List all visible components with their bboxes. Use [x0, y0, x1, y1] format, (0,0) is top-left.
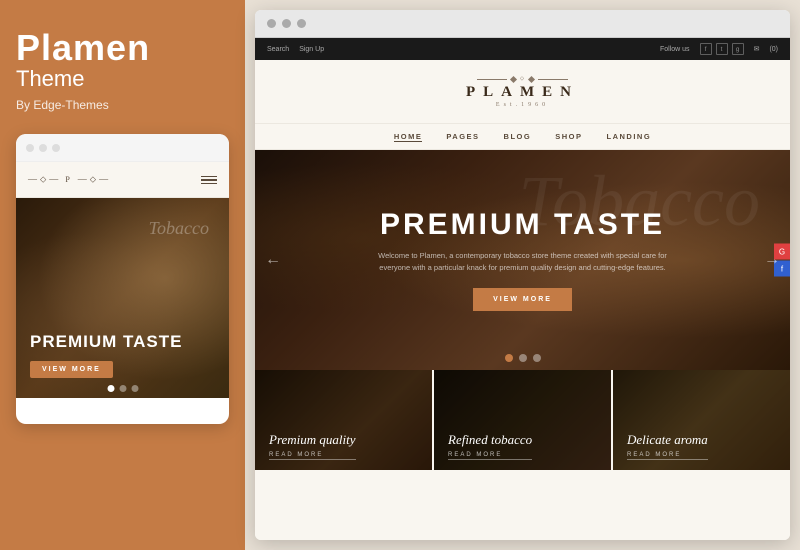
topbar-left: Search Sign Up — [267, 46, 324, 53]
follow-label: Follow us — [660, 46, 690, 53]
logo-ornament-top: ⬦ — [477, 76, 568, 83]
card1-text: Premium quality READ MORE — [269, 432, 356, 460]
ornament-line-right — [538, 79, 568, 80]
site-nav-menu: HOME PAGES BLOG SHOP LANDING — [255, 124, 790, 150]
site-logo: ⬦ PLAMEN Est.1960 — [466, 76, 579, 108]
hero-dot-3 — [533, 354, 541, 362]
cart-label: (0) — [769, 46, 778, 53]
mock-logo: —⬦— P —⬦— — [28, 174, 111, 185]
card1-title: Premium quality — [269, 432, 356, 448]
browser-window: Search Sign Up Follow us f t g ✉ (0) — [255, 10, 790, 540]
hero-description: Welcome to Plamen, a contemporary tobacc… — [363, 250, 683, 274]
social-icon-2: t — [716, 43, 728, 55]
nav-item-pages[interactable]: PAGES — [446, 132, 479, 141]
browser-content: Search Sign Up Follow us f t g ✉ (0) — [255, 38, 790, 540]
ornament-diamond-right — [528, 75, 535, 82]
site-topbar: Search Sign Up Follow us f t g ✉ (0) — [255, 38, 790, 60]
left-panel: Plamen Theme By Edge-Themes —⬦— P —⬦— To… — [0, 0, 245, 550]
signup-label: Sign Up — [299, 46, 324, 53]
card-refined-tobacco: Refined tobacco READ MORE — [434, 370, 613, 470]
search-label: Search — [267, 46, 289, 53]
mock-view-more-button[interactable]: VIEW MORE — [30, 361, 113, 378]
hero-dot-2 — [519, 354, 527, 362]
card3-title: Delicate aroma — [627, 432, 708, 448]
site-logo-text: PLAMEN — [466, 84, 579, 101]
hero-dot-1 — [505, 354, 513, 362]
browser-dot-2 — [282, 19, 291, 28]
mock-header: —⬦— P —⬦— — [16, 162, 229, 198]
mock-dot-1 — [26, 144, 34, 152]
hero-dots — [505, 354, 541, 362]
browser-dot-3 — [297, 19, 306, 28]
social-icons: f t g — [700, 43, 744, 55]
card1-read-more[interactable]: READ MORE — [269, 452, 356, 460]
site-navbar: ⬦ PLAMEN Est.1960 — [255, 60, 790, 124]
hero-view-more-button[interactable]: VIEW MORE — [473, 288, 572, 311]
nav-item-blog[interactable]: BLOG — [504, 132, 532, 141]
mock-italic-overlay: Tobacco — [149, 218, 209, 239]
brand-subtitle: Theme — [16, 66, 84, 92]
card2-title: Refined tobacco — [448, 432, 532, 448]
brand-title: Plamen — [16, 30, 150, 66]
site-logo-est: Est.1960 — [496, 102, 549, 108]
ornament-text: ⬦ — [520, 76, 525, 83]
cart-icon: ✉ — [754, 45, 760, 53]
browser-dot-1 — [267, 19, 276, 28]
card3-text: Delicate aroma READ MORE — [627, 432, 708, 460]
card3-read-more[interactable]: READ MORE — [627, 452, 708, 460]
browser-chrome — [255, 10, 790, 38]
social-icon-1: f — [700, 43, 712, 55]
hero-prev-button[interactable]: ← — [265, 251, 281, 269]
card-delicate-aroma: Delicate aroma READ MORE — [613, 370, 790, 470]
brand-by: By Edge-Themes — [16, 98, 109, 112]
ornament-diamond-left — [510, 75, 517, 82]
mock-dots-row — [107, 385, 138, 392]
hero-next-button[interactable]: → — [764, 251, 780, 269]
social-icon-3: g — [732, 43, 744, 55]
site-hero: Tobacco ← PREMIUM TASTE Welcome to Plame… — [255, 150, 790, 370]
mock-dot-3 — [52, 144, 60, 152]
card-premium-quality: Premium quality READ MORE — [255, 370, 434, 470]
cards-row: Premium quality READ MORE Refined tobacc… — [255, 370, 790, 470]
mock-dot-2 — [39, 144, 47, 152]
card2-text: Refined tobacco READ MORE — [448, 432, 532, 460]
mock-browser-bar — [16, 134, 229, 162]
nav-item-landing[interactable]: LANDING — [606, 132, 651, 141]
topbar-right: Follow us f t g ✉ (0) — [660, 43, 778, 55]
mock-dot-3 — [131, 385, 138, 392]
hamburger-icon[interactable] — [201, 176, 217, 185]
nav-item-home[interactable]: HOME — [394, 132, 423, 142]
right-panel: Search Sign Up Follow us f t g ✉ (0) — [245, 0, 800, 550]
mobile-preview: —⬦— P —⬦— Tobacco PREMIUM TASTE VIEW MOR… — [16, 134, 229, 424]
nav-item-shop[interactable]: SHOP — [555, 132, 582, 141]
hero-title: PREMIUM TASTE — [380, 210, 665, 240]
hero-content: PREMIUM TASTE Welcome to Plamen, a conte… — [363, 210, 683, 311]
card2-read-more[interactable]: READ MORE — [448, 452, 532, 460]
mock-dot-2 — [119, 385, 126, 392]
ornament-line-left — [477, 79, 507, 80]
mock-dot-active — [107, 385, 114, 392]
mock-hero: Tobacco PREMIUM TASTE VIEW MORE — [16, 198, 229, 398]
mock-hero-title: PREMIUM TASTE — [30, 333, 182, 352]
